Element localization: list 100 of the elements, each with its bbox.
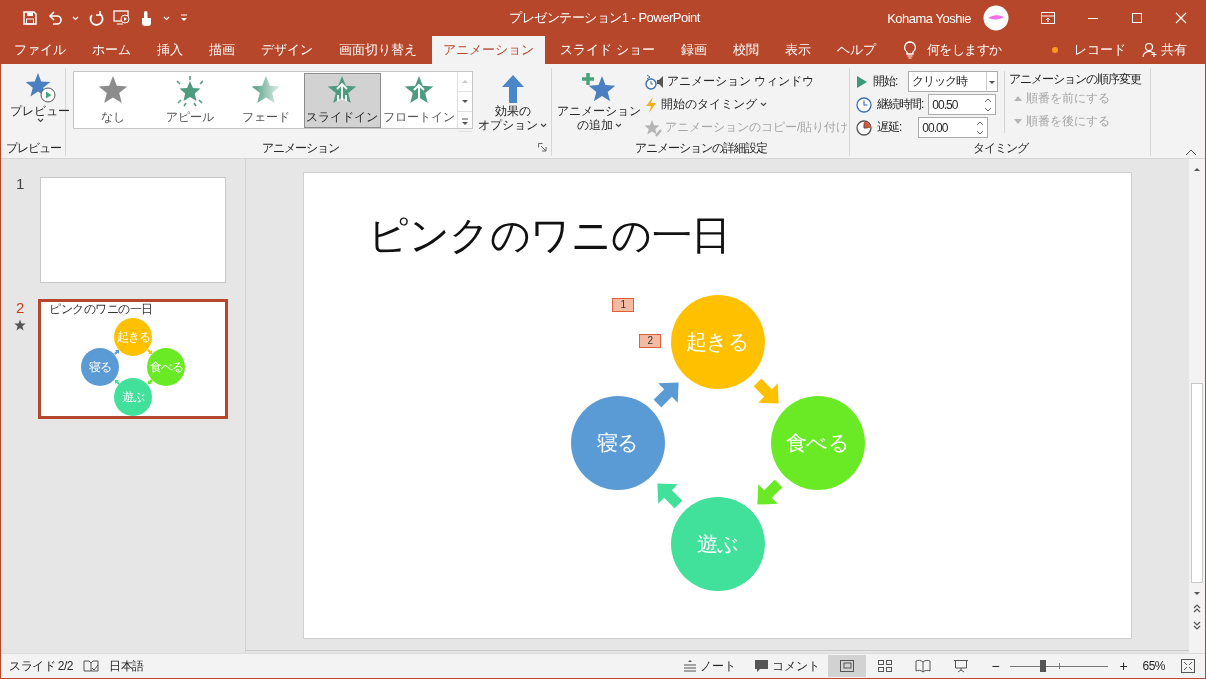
ribbon-tab[interactable]: 校閲 [721, 36, 770, 64]
triangle-down-icon [1013, 117, 1024, 126]
block-arrow [145, 347, 154, 357]
ribbon-tab[interactable]: アニメーション [432, 36, 545, 64]
star-brush-icon [644, 118, 662, 137]
group-label: プレビュー [4, 140, 62, 156]
ribbon-tab[interactable]: 描画 [198, 36, 246, 64]
caret-icon [986, 71, 998, 92]
star-burst-icon [173, 75, 206, 107]
clock-icon [856, 96, 872, 113]
ribbon-tab[interactable]: 録画 [669, 36, 718, 64]
undo-icon[interactable] [47, 10, 63, 26]
spinner-icon [975, 119, 986, 136]
up-arrow-icon [499, 74, 526, 104]
zoom-out-button[interactable]: − [990, 658, 1001, 674]
slider-thumb[interactable] [1039, 660, 1046, 672]
save-icon[interactable] [22, 10, 38, 26]
effect-option[interactable]: フロートイン [380, 73, 458, 128]
close-icon[interactable] [1175, 12, 1187, 24]
projector-screen-icon [953, 659, 970, 673]
touch-icon[interactable] [140, 10, 154, 26]
record-button[interactable]: レコード [1074, 41, 1126, 59]
slide-thumbnail[interactable]: ピンクのワニの一日 起きる 食べる 遊ぶ 寝る [38, 299, 228, 419]
normal-view-icon [839, 659, 856, 673]
field-label: 開始: [873, 73, 898, 90]
share-button[interactable]: 共有 [1142, 41, 1187, 59]
play-icon [856, 74, 868, 89]
circle-node: 寝る [81, 348, 119, 386]
comment-icon [754, 659, 770, 673]
fit-to-window-icon[interactable] [1181, 659, 1195, 673]
menu-button[interactable]: 開始のタイミング [644, 93, 849, 116]
book-icon [915, 659, 932, 673]
collapse-ribbon-icon[interactable] [1185, 148, 1197, 156]
group-label: アニメーション [261, 140, 340, 156]
scrollbar-thumb[interactable] [1191, 383, 1203, 583]
effect-option[interactable]: フェード [227, 73, 305, 128]
field-label: 遅延: [877, 119, 902, 136]
lightbulb-icon [902, 41, 917, 59]
slide-thumbnail[interactable] [40, 177, 226, 283]
animation-order-tag: 2 [639, 334, 661, 348]
ribbon-tab[interactable]: 表示 [773, 36, 822, 64]
duration-field[interactable]: 00.50 [928, 94, 997, 115]
caret-icon [163, 15, 170, 21]
comments-button[interactable]: コメント [754, 657, 821, 675]
caret-icon [614, 122, 622, 128]
slide-title: ピンクのワニの一日 [49, 303, 153, 316]
slide-number: 2 [16, 299, 24, 317]
record-dot-icon [1052, 47, 1058, 53]
circle-node: 起きる [114, 318, 152, 356]
search-field[interactable]: 何をしますか [926, 41, 1002, 59]
view-button[interactable] [828, 655, 867, 677]
window-title: プレゼンテーション1 - PowerPoint [509, 9, 700, 27]
ribbon-tab[interactable]: ホーム [81, 36, 142, 64]
ribbon-tab[interactable]: スライド ショー [549, 36, 666, 64]
caret-icon [36, 118, 44, 123]
preview-button[interactable]: プレビュー [7, 70, 73, 125]
ribbon-display-icon[interactable] [1041, 12, 1055, 24]
command-button[interactable]: アニメーション ウィンドウ [644, 70, 849, 93]
field-label: 継続時間: [877, 96, 924, 113]
zoom-in-button[interactable]: + [1118, 658, 1129, 674]
block-arrow [145, 377, 154, 387]
customize-icon[interactable] [179, 13, 189, 23]
block-arrow [112, 347, 121, 357]
circle-node: 寝る [570, 396, 665, 490]
add-star-icon [581, 72, 617, 104]
redo-icon[interactable] [88, 10, 104, 26]
section-title: アニメーションの順序変更 [1009, 71, 1142, 87]
ribbon-tab[interactable]: ヘルプ [825, 36, 887, 64]
effect-options-button[interactable]: 効果の オプション [477, 72, 548, 134]
add-animation-button[interactable]: アニメーション の追加 [554, 70, 644, 134]
clock-speaker-icon [644, 72, 664, 91]
star-play-icon [24, 72, 56, 104]
ribbon-tab[interactable]: 挿入 [146, 36, 194, 64]
start-dropdown[interactable]: クリック時 [908, 71, 999, 92]
slide-counter: スライド 2/2 [9, 657, 73, 675]
spellcheck-icon[interactable] [83, 659, 99, 673]
effect-option[interactable]: アピール [151, 73, 228, 128]
effect-option[interactable]: なし [75, 73, 152, 128]
effect-option[interactable]: スライドイン [304, 73, 381, 128]
group-label: タイミング [971, 140, 1029, 156]
notes-button[interactable]: ノート [683, 657, 737, 675]
caret-icon [72, 15, 79, 21]
ribbon-tab[interactable]: ファイル [3, 36, 77, 64]
avatar-icon[interactable] [983, 5, 1009, 31]
maximize-icon[interactable] [1131, 12, 1143, 24]
block-arrow [112, 377, 121, 387]
ribbon-tab[interactable]: 画面切り替え [328, 36, 428, 64]
slide-title: ピンクのワニの一日 [368, 212, 731, 259]
zoom-level[interactable]: 65% [1142, 659, 1165, 673]
ribbon-tab[interactable]: デザイン [250, 36, 324, 64]
caret-icon [760, 102, 767, 107]
delay-clock-icon [856, 119, 872, 136]
language-label[interactable]: 日本語 [109, 657, 144, 675]
dialog-launcher-icon[interactable] [538, 143, 547, 152]
circle-node: 起きる [670, 295, 765, 389]
caret-icon [540, 122, 547, 128]
presentation-icon[interactable] [113, 10, 131, 26]
delay-field[interactable]: 00.00 [918, 117, 989, 138]
slide-sorter-icon [877, 659, 894, 673]
person-add-icon [1142, 42, 1158, 58]
